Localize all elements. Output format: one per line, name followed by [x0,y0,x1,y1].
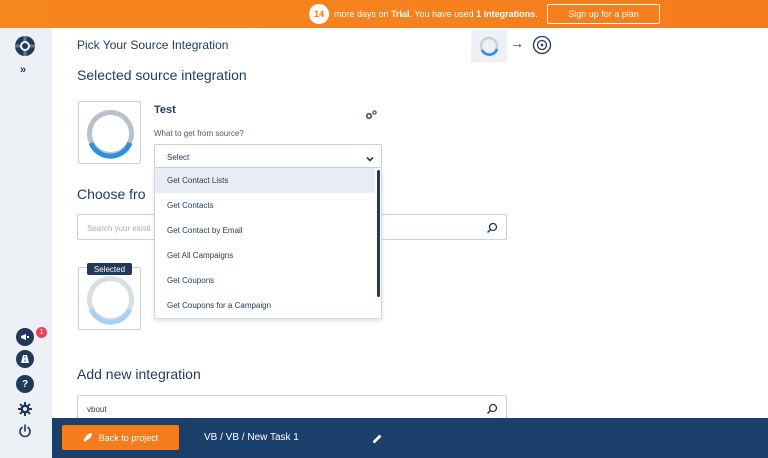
chevron-down-icon[interactable] [365,151,375,169]
source-get-label: What to get from source? [154,129,244,138]
selected-source-heading: Selected source integration [77,67,247,83]
integration-logo-icon [87,110,134,159]
existing-integration-card[interactable] [78,267,141,330]
dropdown-option[interactable]: Get Contact Lists [155,168,375,193]
page-header: Pick Your Source Integration → [52,28,768,62]
road-icon[interactable] [16,350,34,368]
choose-existing-heading: Choose fro [77,186,146,202]
select-value: Select [167,153,190,162]
loading-ring-icon [479,36,499,56]
dropdown-scrollbar[interactable] [377,170,380,297]
sidebar: » 1 ? [0,28,52,458]
dropdown-option[interactable]: Get Coupons [155,268,375,293]
search-icon[interactable] [486,221,498,239]
dropdown-option[interactable]: Get Coupons for a Campaign [155,293,375,318]
bottom-bar: Back to project VB / VB / New Task 1 [52,418,768,458]
trial-days-badge: 14 [309,4,329,24]
back-to-project-button[interactable]: Back to project [62,425,179,450]
expand-sidebar-icon[interactable]: » [20,64,26,76]
add-integration-heading: Add new integration [77,366,201,382]
notification-badge: 1 [36,327,47,338]
sign-up-button[interactable]: Sign up for a plan [547,4,660,24]
search-value: vbout [87,405,107,414]
breadcrumb: VB / VB / New Task 1 [204,432,299,443]
source-action-select[interactable]: Select [154,144,382,168]
step-arrow-icon: → [510,35,524,51]
search-placeholder: Search your existi [87,224,151,233]
rocket-icon [83,432,93,444]
edit-pencil-icon[interactable] [372,431,383,449]
source-integration-card[interactable] [78,101,141,164]
integration-logo-icon [87,276,134,325]
settings-icon[interactable] [18,402,32,421]
dropdown-option[interactable]: Get Contacts [155,193,375,218]
trial-message: more days on Trial. You have used 1 inte… [334,9,538,19]
configure-gear-icon[interactable] [364,108,378,126]
selected-badge: Selected [87,263,132,275]
step-current[interactable] [471,30,507,62]
help-icon[interactable]: ? [16,375,34,393]
source-action-dropdown: Get Contact Lists Get Contacts Get Conta… [154,168,382,319]
trial-banner: 14 more days on Trial. You have used 1 i… [0,0,768,28]
dropdown-option[interactable]: Get Contact by Email [155,218,375,243]
step-target-icon[interactable] [532,35,552,60]
back-button-label: Back to project [98,432,159,443]
page-title: Pick Your Source Integration [77,38,229,52]
dropdown-option[interactable]: Get All Campaigns [155,243,375,268]
source-name: Test [154,104,176,116]
megaphone-icon[interactable] [16,328,34,346]
app-logo-icon[interactable] [14,35,36,57]
power-icon[interactable] [18,424,32,443]
